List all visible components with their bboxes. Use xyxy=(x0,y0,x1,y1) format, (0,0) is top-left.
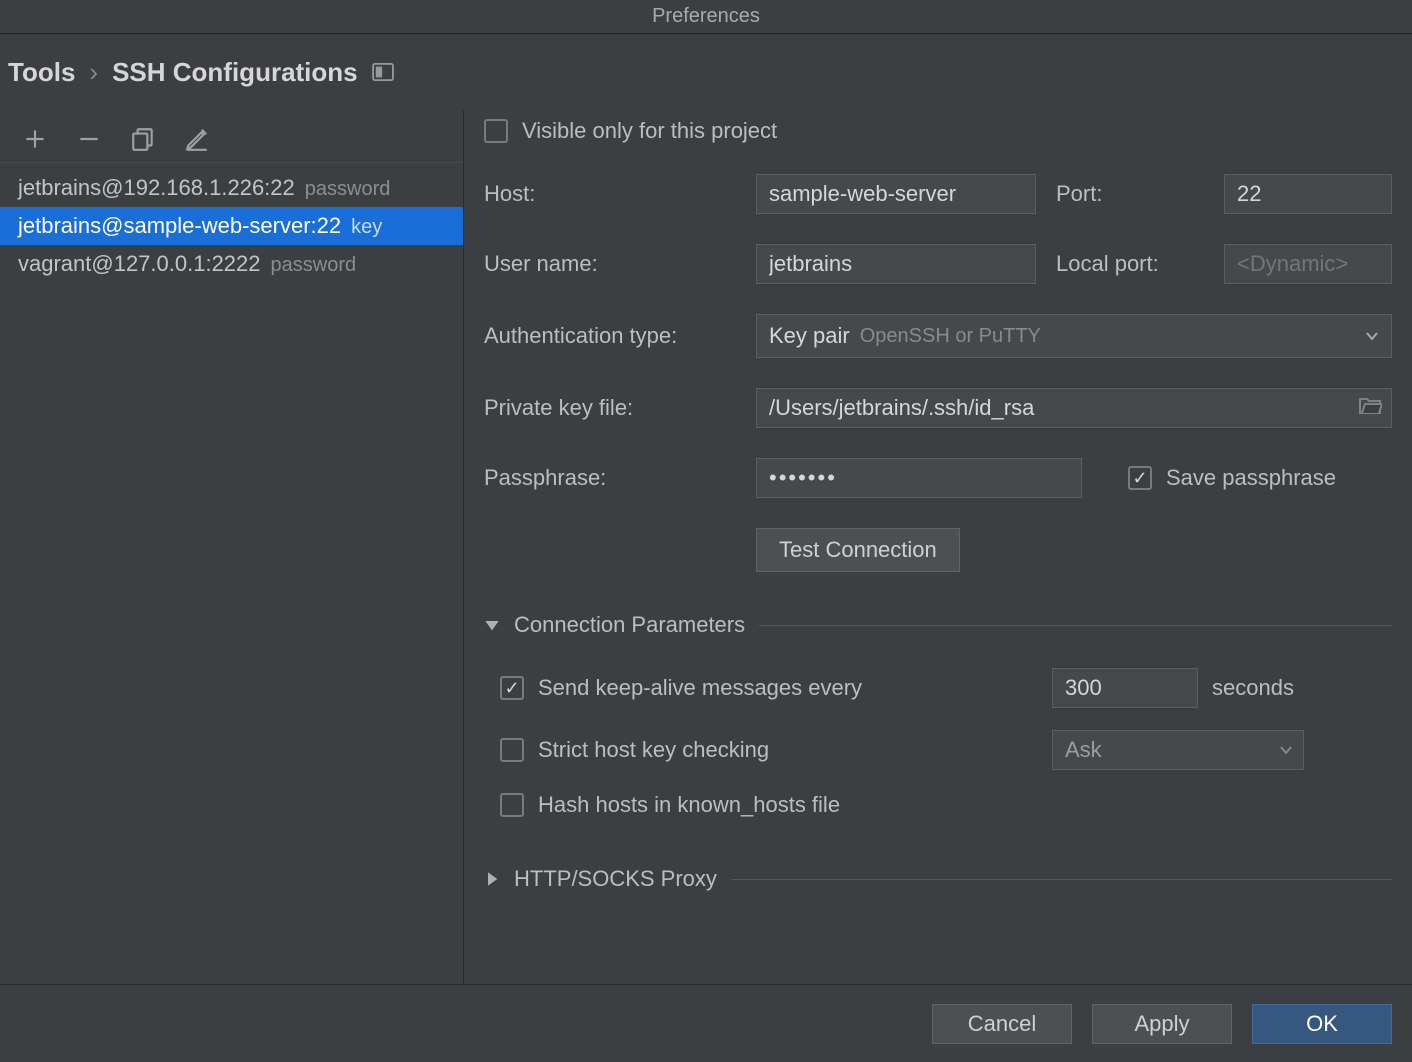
keepalive-unit: seconds xyxy=(1212,675,1294,701)
dialog-footer: Cancel Apply OK xyxy=(0,984,1412,1062)
auth-type-select[interactable]: Key pair OpenSSH or PuTTY xyxy=(756,314,1392,358)
separator xyxy=(759,625,1392,626)
triangle-right-icon xyxy=(484,871,500,887)
strict-host-checkbox[interactable] xyxy=(500,738,524,762)
cancel-button[interactable]: Cancel xyxy=(932,1004,1072,1044)
minus-icon[interactable] xyxy=(76,126,102,152)
connection-parameters-header[interactable]: Connection Parameters xyxy=(484,612,1392,638)
apply-button[interactable]: Apply xyxy=(1092,1004,1232,1044)
config-item-label: vagrant@127.0.0.1:2222 xyxy=(18,251,261,277)
config-item-label: jetbrains@192.168.1.226:22 xyxy=(18,175,295,201)
auth-type-hint: OpenSSH or PuTTY xyxy=(860,325,1041,348)
window-title: Preferences xyxy=(0,0,1412,34)
config-item[interactable]: jetbrains@192.168.1.226:22 password xyxy=(0,169,463,207)
visible-project-checkbox[interactable] xyxy=(484,119,508,143)
config-item-label: jetbrains@sample-web-server:22 xyxy=(18,213,341,239)
config-item[interactable]: vagrant@127.0.0.1:2222 password xyxy=(0,245,463,283)
connection-parameters-title: Connection Parameters xyxy=(514,612,745,638)
test-connection-button[interactable]: Test Connection xyxy=(756,528,960,572)
host-input[interactable] xyxy=(756,174,1036,214)
proxy-header[interactable]: HTTP/SOCKS Proxy xyxy=(484,866,1392,892)
port-input[interactable] xyxy=(1224,174,1392,214)
keepalive-checkbox[interactable] xyxy=(500,676,524,700)
config-item-auth: password xyxy=(305,178,391,201)
plus-icon[interactable] xyxy=(22,126,48,152)
chevron-right-icon: › xyxy=(89,57,98,88)
form: Visible only for this project Host: Port… xyxy=(464,110,1412,984)
local-port-label: Local port: xyxy=(1056,251,1204,277)
breadcrumb-root[interactable]: Tools xyxy=(8,57,75,88)
breadcrumb: Tools › SSH Configurations xyxy=(0,34,1412,110)
save-passphrase-checkbox[interactable] xyxy=(1128,466,1152,490)
keepalive-input[interactable] xyxy=(1052,668,1198,708)
keepalive-label: Send keep-alive messages every xyxy=(538,675,1038,701)
edit-icon[interactable] xyxy=(184,126,210,152)
sidebar: jetbrains@192.168.1.226:22 password jetb… xyxy=(0,110,464,984)
project-layout-icon[interactable] xyxy=(372,63,394,81)
separator xyxy=(731,879,1392,880)
passphrase-label: Passphrase: xyxy=(484,465,736,491)
config-list: jetbrains@192.168.1.226:22 password jetb… xyxy=(0,163,463,283)
config-item-auth: password xyxy=(271,254,357,277)
copy-icon[interactable] xyxy=(130,126,156,152)
pk-input[interactable] xyxy=(756,388,1392,428)
ok-button[interactable]: OK xyxy=(1252,1004,1392,1044)
chevron-down-icon xyxy=(1279,737,1293,763)
save-passphrase-label: Save passphrase xyxy=(1166,465,1336,491)
config-item-auth: key xyxy=(351,216,382,239)
host-label: Host: xyxy=(484,181,736,207)
port-label: Port: xyxy=(1056,181,1204,207)
proxy-title: HTTP/SOCKS Proxy xyxy=(514,866,717,892)
config-item[interactable]: jetbrains@sample-web-server:22 key xyxy=(0,207,463,245)
visible-project-label: Visible only for this project xyxy=(522,118,777,144)
pk-label: Private key file: xyxy=(484,395,736,421)
strict-host-label: Strict host key checking xyxy=(538,737,1038,763)
strict-mode-select[interactable]: Ask xyxy=(1052,730,1304,770)
auth-type-value: Key pair xyxy=(769,323,850,349)
hash-hosts-label: Hash hosts in known_hosts file xyxy=(538,792,840,818)
hash-hosts-checkbox[interactable] xyxy=(500,793,524,817)
chevron-down-icon xyxy=(1365,323,1379,349)
user-label: User name: xyxy=(484,251,736,277)
auth-type-label: Authentication type: xyxy=(484,323,736,349)
passphrase-input[interactable] xyxy=(756,458,1082,498)
folder-open-icon[interactable] xyxy=(1358,395,1382,421)
triangle-down-icon xyxy=(484,617,500,633)
strict-mode-value: Ask xyxy=(1065,737,1102,763)
breadcrumb-page: SSH Configurations xyxy=(112,57,358,88)
sidebar-toolbar xyxy=(0,120,463,163)
local-port-input[interactable] xyxy=(1224,244,1392,284)
user-input[interactable] xyxy=(756,244,1036,284)
